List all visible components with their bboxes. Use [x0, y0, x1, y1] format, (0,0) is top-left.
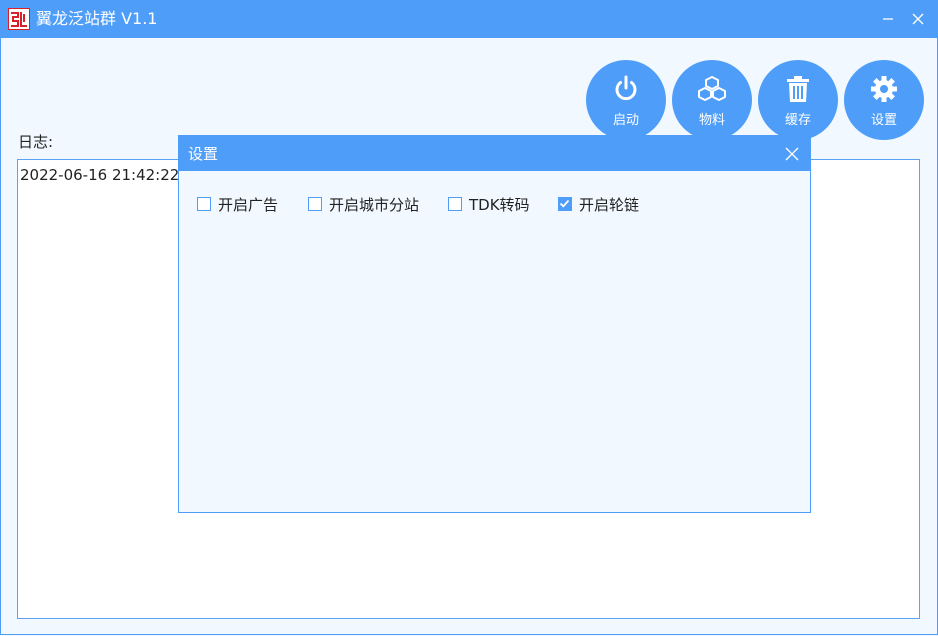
materials-button[interactable]: 物料: [672, 60, 752, 140]
settings-button[interactable]: 设置: [844, 60, 924, 140]
window-title: 翼龙泛站群 V1.1: [36, 9, 158, 28]
title-bar: 翼龙泛站群 V1.1: [0, 0, 938, 38]
close-window-icon[interactable]: [908, 9, 928, 29]
checkbox-enable-ads[interactable]: [197, 197, 211, 211]
gear-icon: [871, 76, 897, 102]
trash-icon: [787, 76, 809, 102]
app-logo-icon: [8, 8, 30, 30]
cache-button-label: 缓存: [784, 113, 811, 128]
checkbox-enable-link-wheel[interactable]: [558, 197, 572, 211]
log-label: 日志:: [18, 133, 54, 151]
option-enable-link-wheel-label: 开启轮链: [579, 196, 640, 214]
start-button[interactable]: 启动: [586, 60, 666, 140]
settings-button-label: 设置: [870, 113, 897, 128]
cubes-icon: [698, 76, 726, 101]
checkmark-icon: [559, 199, 570, 208]
log-line: 2022-06-16 21:42:22:: [20, 166, 185, 184]
dialog-header: 设置: [179, 136, 810, 171]
dialog-close-icon[interactable]: [783, 145, 801, 163]
option-enable-ads-label: 开启广告: [218, 196, 279, 214]
settings-dialog: 设置 开启广告 开启城市分站 TDK转码 开启轮链: [178, 135, 811, 513]
minimize-icon[interactable]: [878, 9, 898, 29]
materials-button-label: 物料: [698, 113, 725, 128]
dialog-title: 设置: [188, 145, 219, 163]
cache-button[interactable]: 缓存: [758, 60, 838, 140]
checkbox-tdk-transcode[interactable]: [448, 197, 462, 211]
option-tdk-transcode-label: TDK转码: [469, 196, 530, 214]
checkbox-enable-city-substation[interactable]: [308, 197, 322, 211]
start-button-label: 启动: [612, 113, 639, 128]
power-icon: [615, 75, 637, 101]
option-enable-city-substation-label: 开启城市分站: [329, 196, 420, 214]
